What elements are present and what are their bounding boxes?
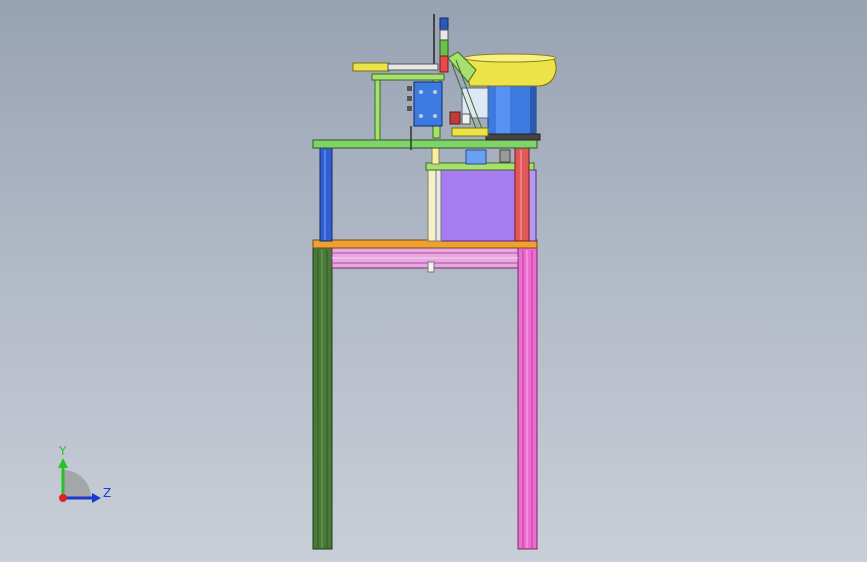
lower-frame <box>312 246 538 550</box>
triad-arc <box>63 470 91 498</box>
x-axis-origin <box>59 494 67 502</box>
y-axis-label: Y <box>58 444 67 458</box>
upper-plate <box>312 139 538 149</box>
vibratory-bowl <box>461 53 557 141</box>
cylinder-block <box>413 81 443 127</box>
z-axis-label: Z <box>103 486 111 500</box>
purple-cabinet <box>439 169 521 242</box>
bowl-base-column <box>487 83 537 139</box>
left-post <box>319 146 333 242</box>
cad-3d-viewport[interactable]: Y Z <box>0 0 867 562</box>
right-post <box>514 146 530 242</box>
vertical-mast <box>433 14 449 73</box>
coordinate-triad: Y Z <box>58 444 111 503</box>
